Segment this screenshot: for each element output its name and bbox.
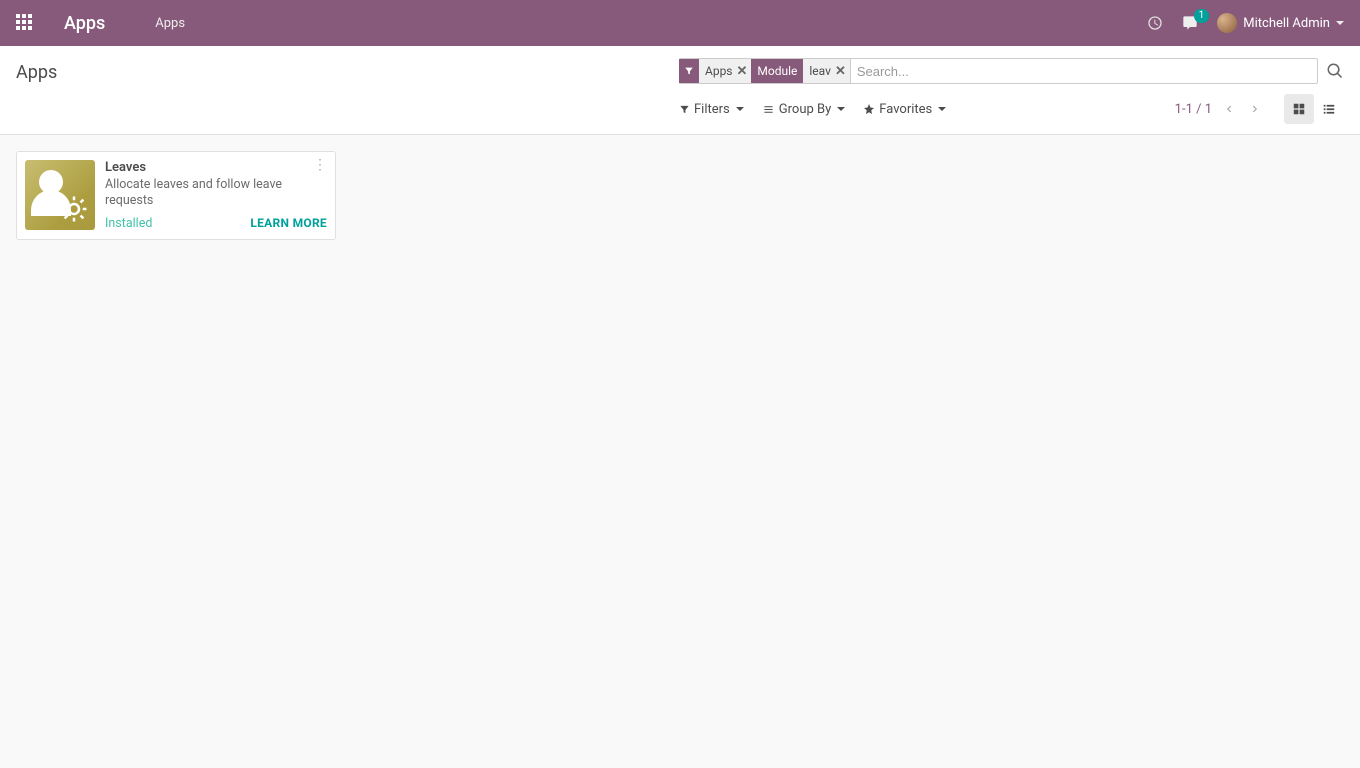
facet-remove-icon[interactable]: ✕ [835,64,846,79]
search-icon[interactable] [1326,62,1344,80]
avatar [1217,13,1237,33]
messaging-icon[interactable]: 1 [1181,15,1199,31]
filters-button[interactable]: Filters [679,102,744,117]
search-bar[interactable]: Apps ✕ Module leav ✕ [679,58,1318,84]
module-icon [25,160,95,230]
favorites-button[interactable]: Favorites [863,102,946,117]
groupby-button[interactable]: Group By [762,102,846,117]
learn-more-button[interactable]: LEARN MORE [250,216,327,230]
kanban-icon [1292,102,1306,116]
star-icon [863,103,875,115]
user-name: Mitchell Admin [1243,16,1330,31]
card-description: Allocate leaves and follow leave request… [105,177,327,210]
search-input[interactable] [851,64,1317,79]
chevron-down-icon [837,107,845,111]
messaging-badge: 1 [1194,9,1210,23]
facet-remove-icon[interactable]: ✕ [737,64,748,79]
filter-icon [679,59,699,83]
chevron-down-icon [736,107,744,111]
card-menu-icon[interactable]: ⋮ [313,158,327,172]
facet-value: Apps [705,64,733,78]
list-icon [1321,102,1337,116]
activity-clock-icon[interactable] [1147,15,1163,31]
search-facet-module: Module leav ✕ [751,59,850,83]
kanban-view: ⋮ Leaves Allocate leaves and follow leav… [0,135,1360,256]
chevron-down-icon [1336,21,1344,25]
nav-menu-apps[interactable]: Apps [155,16,185,31]
apps-launcher-icon[interactable] [16,14,34,32]
page-title: Apps [16,58,57,83]
search-facet-apps: Apps ✕ [679,59,752,83]
pager-next-button[interactable] [1246,98,1264,120]
facet-value: leav [809,64,831,78]
top-navbar: Apps Apps 1 Mitchell Admin [0,0,1360,46]
pager-prev-button[interactable] [1220,98,1238,120]
card-title: Leaves [105,160,327,175]
pager-text: 1-1 / 1 [1175,102,1212,117]
facet-label: Module [751,59,803,83]
list-icon [762,104,775,115]
chevron-down-icon [938,107,946,111]
app-card-leaves[interactable]: ⋮ Leaves Allocate leaves and follow leav… [16,151,336,240]
card-status: Installed [105,216,152,231]
user-menu[interactable]: Mitchell Admin [1217,13,1344,33]
control-panel: Apps Apps ✕ Module [0,46,1360,135]
view-list-button[interactable] [1314,94,1344,124]
filter-icon [679,104,690,115]
brand-title: Apps [64,13,105,34]
view-kanban-button[interactable] [1284,94,1314,124]
